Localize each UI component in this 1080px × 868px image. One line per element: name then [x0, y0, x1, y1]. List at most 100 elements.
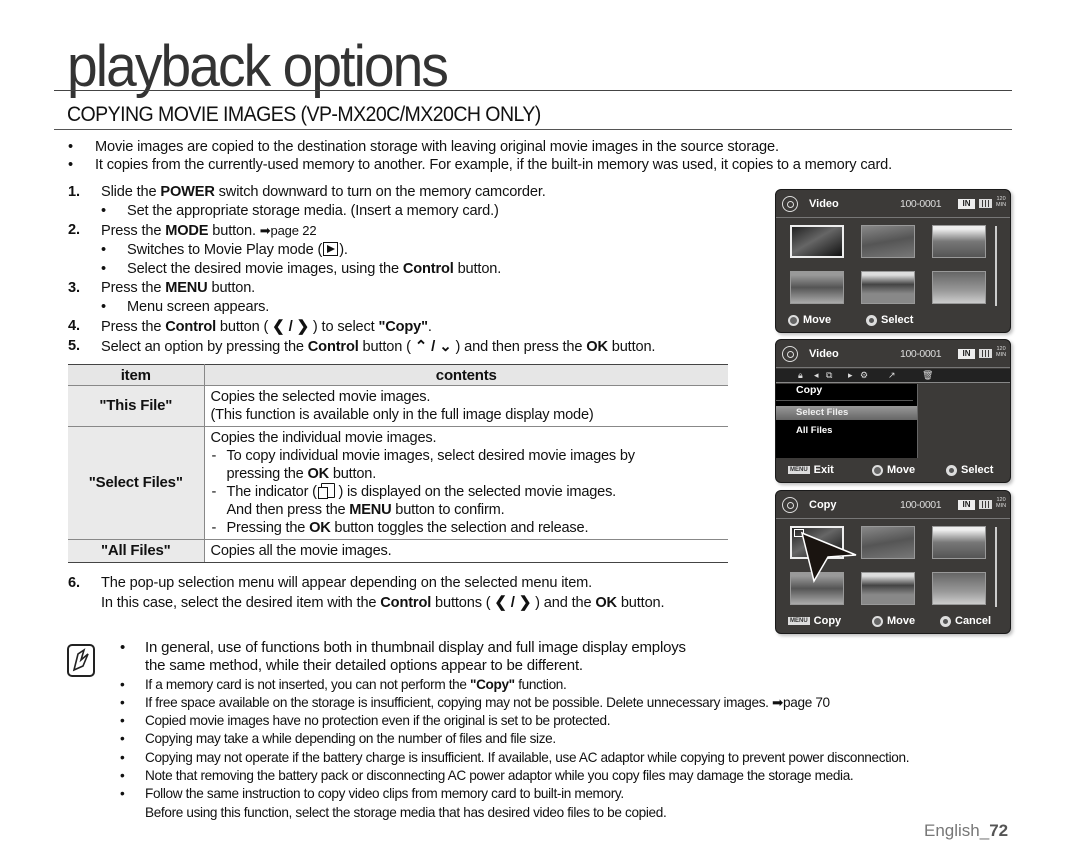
note-icon [67, 644, 95, 677]
exit-hint: MENU Exit [788, 464, 834, 476]
copy-menu: Copy Select Files All Files [776, 384, 918, 458]
settings-icon[interactable]: ⚙ [860, 370, 868, 381]
internal-memory-icon: IN [958, 500, 975, 510]
thumbnail[interactable] [861, 526, 915, 559]
lock-icon[interactable]: 🔒︎ [798, 370, 803, 381]
row-item: "All Files" [68, 539, 205, 563]
screen-header: Video 100-0001 IN 120 MIN [776, 340, 1010, 368]
copy-icon[interactable]: ⧉ [826, 370, 832, 381]
menu-option-all-files[interactable]: All Files [776, 424, 917, 438]
step-3: 3. Press the MENU button. [68, 280, 256, 296]
right-arrow-icon: ▸ [848, 370, 853, 380]
ok-button-icon [866, 314, 877, 326]
copy-indicator-icon [317, 483, 335, 499]
left-right-chevron-icon: ❮ / ❯ [272, 318, 310, 335]
step-2-sub: Switches to Movie Play mode (). [68, 241, 768, 260]
title-divider [54, 90, 1012, 91]
select-hint: Select [866, 314, 913, 326]
dpad-icon [788, 314, 799, 326]
thumbnail[interactable] [861, 225, 915, 258]
page-title: playback options [67, 34, 449, 99]
table-row: "Select Files" Copies the individual mov… [68, 426, 728, 540]
video-mode-icon [782, 497, 798, 513]
note-item: Copied movie images have no protection e… [120, 712, 1020, 731]
move-hint: Move [788, 314, 831, 326]
steps-list: 1. Slide the POWER switch downward to tur… [68, 183, 768, 357]
step-2: 2. Press the MODE button. ➡page 22 [68, 222, 317, 239]
menu-title: Copy [796, 384, 823, 396]
thumbnail[interactable] [861, 572, 915, 605]
table-header: item contents [68, 364, 728, 386]
section-divider [54, 129, 1012, 130]
screen-footer: MENU Copy Move Cancel [776, 609, 1010, 633]
pointer-arrow-icon [800, 531, 857, 583]
row-contents: Copies the individual movie images. To c… [204, 426, 728, 540]
remaining-time: 120 MIN [996, 196, 1007, 208]
note-item: In general, use of functions both in thu… [120, 639, 1020, 658]
trash-icon[interactable]: 🗑︎ [922, 370, 933, 381]
note-item: If free space available on the storage i… [120, 694, 1020, 713]
cancel-hint: Cancel [940, 615, 991, 627]
note-item-cont: Before using this function, select the s… [145, 804, 667, 820]
video-mode-icon [782, 196, 798, 212]
file-number: 100-0001 [900, 198, 942, 210]
left-arrow-icon: ◂ [814, 370, 819, 380]
row-contents: Copies the selected movie images. (This … [204, 385, 728, 427]
move-hint: Move [872, 615, 915, 627]
step-4: 4. Press the Control button ( ❮ / ❯ ) to … [68, 318, 432, 335]
menu-tab-bar: 🔒︎ ◂ ⧉ ▸ ⚙ ↗ 🗑︎ [776, 369, 1010, 383]
select-hint: Select [946, 464, 993, 476]
copy-options-table: item contents "This File" Copies the sel… [68, 364, 728, 563]
table-row: "This File" Copies the selected movie im… [68, 385, 728, 427]
scrollbar[interactable] [995, 226, 997, 306]
row-contents: Copies all the movie images. [204, 539, 728, 563]
camcorder-screen-menu: Video 100-0001 IN 120 MIN 🔒︎ ◂ ⧉ ▸ ⚙ ↗ 🗑︎… [775, 339, 1011, 483]
thumbnail[interactable] [790, 271, 844, 304]
screen-footer: Move Select [776, 308, 1010, 332]
header-item: item [68, 364, 205, 386]
thumbnail[interactable] [861, 271, 915, 304]
screen-header: Video 100-0001 IN 120 MIN [776, 190, 1010, 218]
thumbnail[interactable] [790, 225, 844, 258]
note-item: Copying may take a while depending on th… [120, 730, 1020, 749]
file-number: 100-0001 [900, 348, 942, 360]
step-1-sub: Set the appropriate storage media. (Inse… [68, 202, 768, 221]
note-item: If a memory card is not inserted, you ca… [120, 676, 1020, 695]
note-item-cont: the same method, while their detailed op… [145, 657, 583, 675]
battery-icon [979, 500, 992, 509]
internal-memory-icon: IN [958, 199, 975, 209]
table-row: "All Files" Copies all the movie images. [68, 539, 728, 563]
thumbnail[interactable] [932, 271, 986, 304]
remaining-time: 120 MIN [996, 346, 1007, 358]
move-hint: Move [872, 464, 915, 476]
camcorder-screen-thumbnail: Video 100-0001 IN 120 MIN Move Select [775, 189, 1011, 333]
menu-option-select-files[interactable]: Select Files [776, 406, 917, 420]
page-reference: ➡page 22 [259, 223, 317, 238]
share-icon[interactable]: ↗ [888, 370, 896, 381]
remaining-time: 120 MIN [996, 497, 1007, 509]
thumbnail[interactable] [932, 572, 986, 605]
file-number: 100-0001 [900, 499, 942, 511]
thumbnail[interactable] [932, 225, 986, 258]
thumbnail[interactable] [932, 526, 986, 559]
row-item: "This File" [68, 385, 205, 427]
scrollbar[interactable] [995, 527, 997, 607]
step-3-sub: Menu screen appears. [68, 298, 768, 317]
left-right-chevron-icon: ❮ / ❯ [494, 594, 532, 611]
camcorder-screen-copy-select: Copy 100-0001 IN 120 MIN MENU Copy Move Ca… [775, 490, 1011, 634]
screen-header: Copy 100-0001 IN 120 MIN [776, 491, 1010, 519]
dpad-icon [872, 464, 883, 476]
dpad-icon [872, 615, 883, 627]
step-6: 6. The pop-up selection menu will appear … [68, 575, 665, 611]
screen-footer: MENU Exit Move Select [776, 458, 1010, 482]
ok-button-icon [946, 464, 957, 476]
menu-key-icon: MENU [788, 466, 810, 474]
note-item: Copying may not operate if the battery c… [120, 749, 1020, 768]
intro-item: Movie images are copied to the destinati… [68, 138, 1028, 156]
battery-icon [979, 199, 992, 208]
menu-key-icon: MENU [788, 617, 810, 625]
row-item: "Select Files" [68, 426, 205, 540]
header-contents: contents [204, 364, 728, 386]
ok-button-icon [940, 615, 951, 627]
page-footer: English_72 [924, 821, 1009, 840]
